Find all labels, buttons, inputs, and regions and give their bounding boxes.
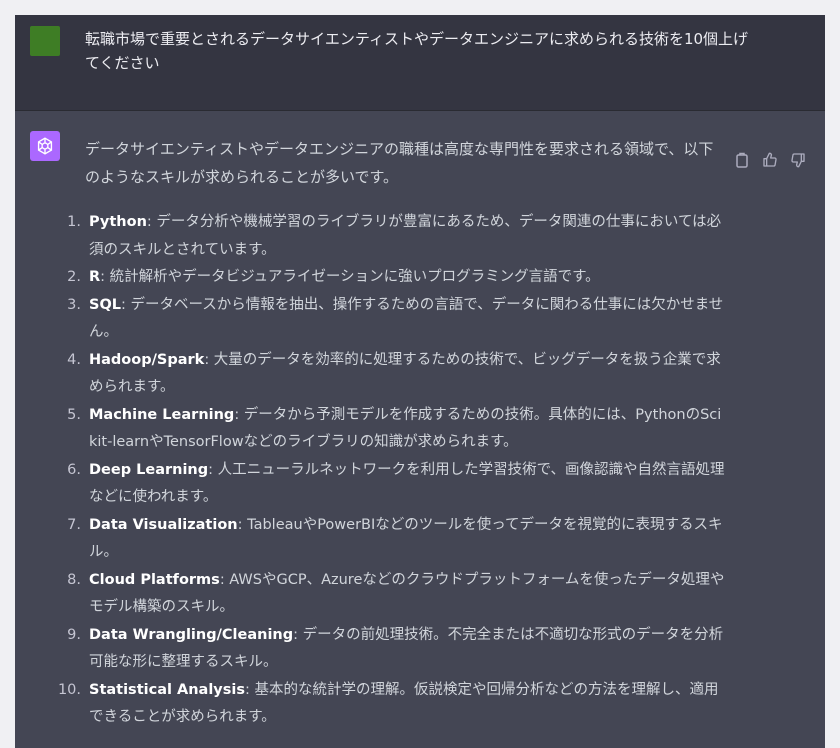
item-term: Machine Learning [89, 406, 235, 423]
list-item: 5. Machine Learning: データから予測モデルを作成するための技術… [67, 402, 725, 457]
list-item: 1. Python: データ分析や機械学習のライブラリが豊富にあるため、データ関連… [67, 209, 725, 264]
list-item: 9. Data Wrangling/Cleaning: データの前処理技術。不完全… [67, 622, 725, 677]
item-term: Data Visualization [89, 516, 238, 533]
assistant-message: データサイエンティストやデータエンジニアの職種は高度な専門性を要求される領域で、… [15, 111, 825, 748]
list-number: 1. [67, 214, 81, 230]
thumbs-down-button[interactable] [789, 151, 807, 169]
list-item: 8. Cloud Platforms: AWSやGCP、Azureなどのクラウドプ… [67, 567, 725, 622]
item-description: : 統計解析やデータビジュアライゼーションに強いプログラミング言語です。 [100, 269, 600, 285]
item-term: Data Wrangling/Cleaning [89, 626, 294, 643]
user-prompt-text: 転職市場で重要とされるデータサイエンティストやデータエンジニアに求められる技術を… [85, 30, 749, 72]
list-item: 7. Data Visualization: TableauやPowerBIなどの… [67, 512, 725, 567]
item-term: R [89, 269, 101, 285]
list-number: 3. [67, 296, 81, 313]
skills-list: 1. Python: データ分析や機械学習のライブラリが豊富にあるため、データ関連… [58, 209, 725, 732]
list-number: 8. [67, 571, 81, 588]
item-term: Cloud Platforms [89, 571, 220, 588]
thumbs-up-button[interactable] [761, 151, 779, 169]
copy-icon [736, 152, 748, 168]
list-number: 7. [67, 516, 81, 533]
user-message: 転職市場で重要とされるデータサイエンティストやデータエンジニアに求められる技術を… [15, 15, 825, 111]
item-term: Statistical Analysis [89, 681, 245, 698]
list-item: 6. Deep Learning: 人工ニューラルネットワークを利用した学習技術で… [67, 457, 725, 512]
response-intro: データサイエンティストやデータエンジニアの職種は高度な専門性を要求される領域で、… [85, 140, 714, 186]
thumbs-down-icon [791, 153, 805, 168]
item-term: Python [89, 214, 147, 230]
list-number: 5. [67, 406, 81, 423]
list-number: 9. [67, 626, 81, 643]
list-number: 2. [67, 269, 81, 285]
assistant-response: データサイエンティストやデータエンジニアの職種は高度な専門性を要求される領域で、… [58, 135, 725, 732]
item-description: : データ分析や機械学習のライブラリが豊富にあるため、データ関連の仕事においては… [89, 214, 722, 258]
chat-window: 転職市場で重要とされるデータサイエンティストやデータエンジニアに求められる技術を… [15, 15, 825, 748]
thumbs-up-icon [763, 152, 777, 167]
user-avatar [30, 26, 60, 56]
item-description: : データベースから情報を抽出、操作するための言語で、データに関わる仕事には欠か… [89, 296, 724, 341]
copy-button[interactable] [733, 151, 751, 169]
message-actions [733, 151, 807, 169]
list-number: 10. [57, 681, 81, 698]
item-term: Deep Learning [89, 461, 209, 478]
list-number: 6. [67, 461, 81, 478]
item-term: SQL [89, 296, 122, 313]
openai-logo-icon [37, 137, 53, 155]
list-item: 3. SQL: データベースから情報を抽出、操作するための言語で、データに関わる仕… [67, 292, 725, 347]
list-item: 4. Hadoop/Spark: 大量のデータを効率的に処理するための技術で、ビッ… [67, 347, 725, 402]
item-term: Hadoop/Spark [89, 351, 205, 368]
list-item: 10. Statistical Analysis: 基本的な統計学の理解。仮説検定… [58, 677, 725, 732]
list-item: 2. R: 統計解析やデータビジュアライゼーションに強いプログラミング言語です。 [67, 264, 725, 292]
assistant-avatar [30, 131, 60, 161]
list-number: 4. [67, 351, 81, 368]
